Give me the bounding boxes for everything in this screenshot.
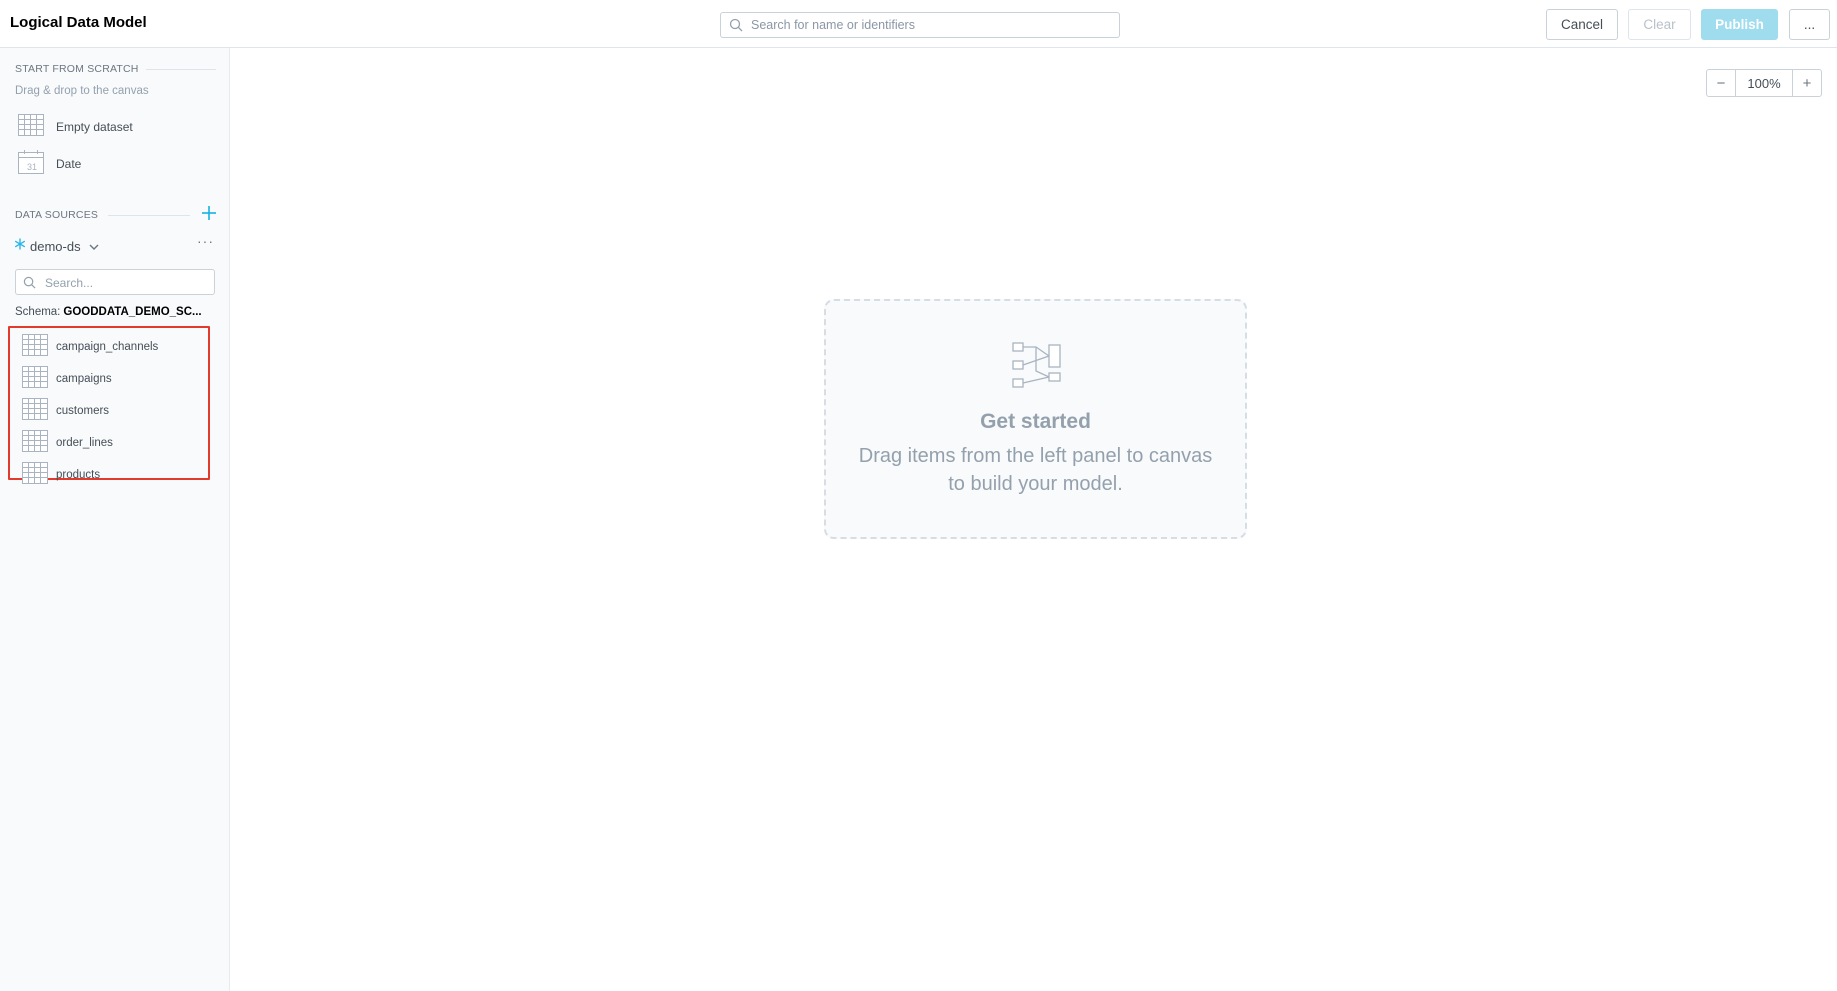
table-label: customers	[56, 405, 110, 417]
chevron-down-icon	[89, 237, 99, 255]
table-icon	[22, 397, 48, 425]
table-label: campaign_channels	[56, 341, 159, 353]
empty-dataset-label: Empty dataset	[56, 120, 133, 134]
empty-dataset-item[interactable]: Empty dataset	[18, 112, 133, 142]
zoom-level: 100%	[1735, 70, 1793, 96]
plus-icon	[202, 206, 216, 220]
datasources-section-title: DATA SOURCES	[15, 209, 99, 221]
date-item[interactable]: 31 Date	[18, 149, 81, 179]
svg-text:31: 31	[27, 162, 37, 172]
header-bar: Logical Data Model Cancel Clear Publish …	[0, 0, 1837, 48]
table-icon	[22, 333, 48, 361]
calendar-icon: 31	[18, 149, 44, 179]
search-icon	[23, 276, 36, 294]
sidebar-search-box[interactable]	[15, 269, 215, 295]
table-icon	[18, 113, 44, 141]
zoom-in-button[interactable]: +	[1793, 70, 1821, 96]
table-label: order_lines	[56, 437, 113, 449]
table-item-products[interactable]: products	[22, 461, 101, 489]
table-item-customers[interactable]: customers	[22, 397, 110, 425]
publish-button[interactable]: Publish	[1701, 9, 1778, 40]
scratch-section-title: START FROM SCRATCH	[15, 63, 139, 75]
section-divider	[146, 69, 216, 70]
clear-button[interactable]: Clear	[1628, 9, 1691, 40]
table-item-campaign-channels[interactable]: campaign_channels	[22, 333, 159, 361]
table-icon	[22, 365, 48, 393]
empty-state-description: Drag items from the left panel to canvas…	[858, 445, 1213, 495]
datasource-more-button[interactable]: ···	[197, 233, 214, 249]
tables-list: campaign_channels campaigns customers or…	[8, 326, 210, 484]
left-panel: START FROM SCRATCH Drag & drop to the ca…	[0, 48, 230, 991]
schema-name: GOODDATA_DEMO_SC...	[63, 306, 202, 318]
snowflake-icon	[14, 237, 26, 255]
date-label: Date	[56, 157, 82, 171]
schema-prefix: Schema:	[15, 306, 61, 318]
search-icon	[729, 18, 743, 37]
table-item-campaigns[interactable]: campaigns	[22, 365, 112, 393]
empty-state-title: Get started	[980, 410, 1091, 433]
table-icon	[22, 461, 48, 489]
more-options-button[interactable]: ...	[1789, 9, 1830, 40]
top-search-input[interactable]	[751, 16, 1111, 34]
cancel-button[interactable]: Cancel	[1546, 9, 1618, 40]
table-icon	[22, 429, 48, 457]
model-diagram-icon	[1012, 341, 1062, 394]
zoom-control: − 100% +	[1706, 69, 1822, 97]
table-item-order-lines[interactable]: order_lines	[22, 429, 113, 457]
add-datasource-button[interactable]	[201, 205, 217, 221]
scratch-hint: Drag & drop to the canvas	[15, 85, 149, 97]
sidebar-search-input[interactable]	[45, 274, 205, 291]
zoom-out-button[interactable]: −	[1707, 70, 1735, 96]
datasource-selector[interactable]: demo-ds	[14, 237, 99, 255]
section-divider	[108, 215, 190, 216]
schema-label: Schema: GOODDATA_DEMO_SC...	[15, 306, 215, 318]
table-label: products	[56, 469, 101, 481]
top-search-box[interactable]	[720, 12, 1120, 38]
datasource-name: demo-ds	[30, 238, 81, 254]
table-label: campaigns	[56, 373, 112, 385]
empty-state-card: Get started Drag items from the left pan…	[824, 299, 1247, 539]
app-title: Logical Data Model	[10, 14, 147, 31]
